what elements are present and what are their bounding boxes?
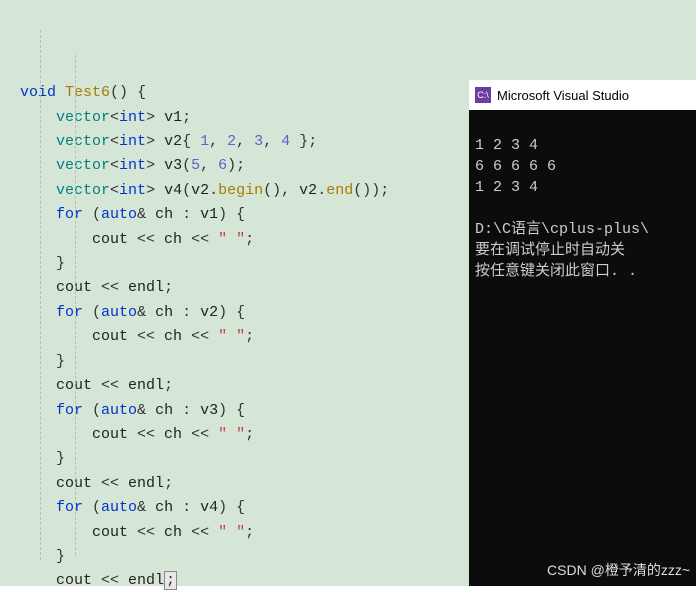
- class-name: vector: [56, 109, 110, 126]
- output-line: 1 2 3 4: [475, 137, 538, 154]
- output-line: 1 2 3 4: [475, 179, 538, 196]
- indent-guide: [40, 30, 41, 560]
- function-name: Test6: [65, 84, 110, 101]
- open-brace: {: [128, 84, 146, 101]
- console-window[interactable]: C:\ Microsoft Visual Studio 1 2 3 4 6 6 …: [469, 80, 696, 586]
- output-line: 6 6 6 6 6: [475, 158, 556, 175]
- console-title-bar[interactable]: C:\ Microsoft Visual Studio: [469, 80, 696, 110]
- watermark: CSDN @橙予清的zzz~: [547, 560, 690, 580]
- console-title: Microsoft Visual Studio: [497, 88, 629, 103]
- output-line: 按任意键关闭此窗口. .: [475, 263, 637, 280]
- cursor: ;: [164, 571, 177, 590]
- indent-guide: [75, 55, 76, 555]
- vs-icon: C:\: [475, 87, 491, 103]
- punctuation: (): [110, 84, 128, 101]
- keyword: void: [20, 84, 56, 101]
- output-line: D:\C语言\cplus-plus\: [475, 221, 649, 238]
- console-output: 1 2 3 4 6 6 6 6 6 1 2 3 4 D:\C语言\cplus-p…: [469, 110, 696, 307]
- output-line: 要在调试停止时自动关: [475, 242, 625, 259]
